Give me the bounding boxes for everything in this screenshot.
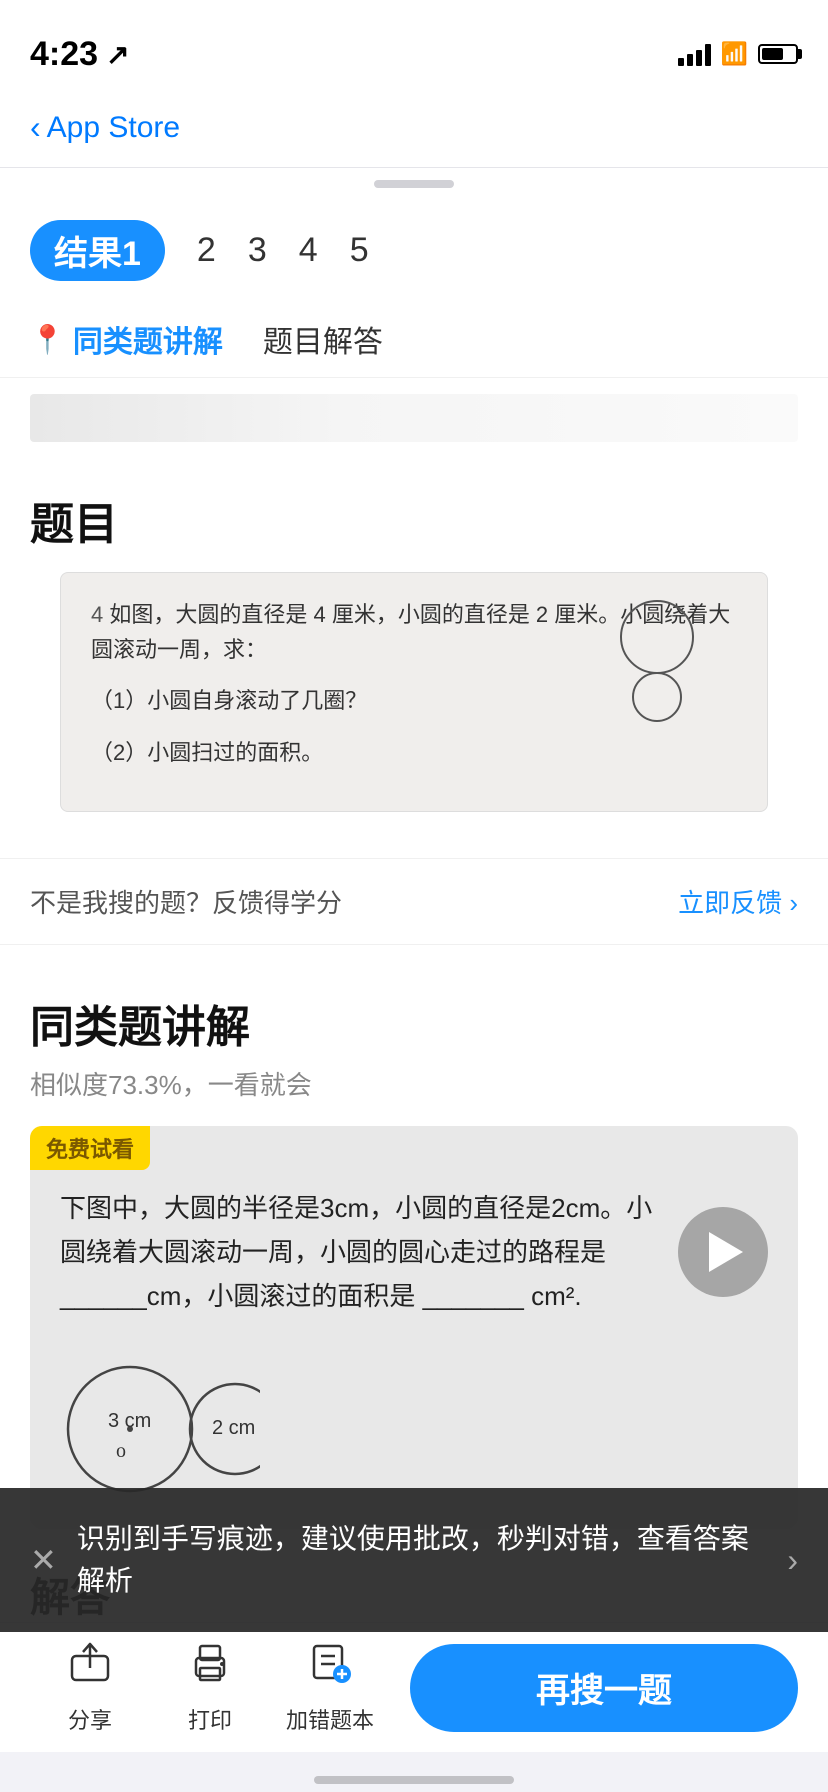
free-badge: 免费试看 bbox=[30, 1126, 150, 1170]
feedback-link[interactable]: 立即反馈 › bbox=[678, 883, 798, 920]
ti-mu-title: 题目 bbox=[30, 488, 798, 552]
add-to-book-icon bbox=[308, 1640, 352, 1695]
feedback-row: 不是我搜的题？反馈得学分 立即反馈 › bbox=[0, 858, 828, 945]
play-button[interactable] bbox=[678, 1207, 768, 1297]
similar-title: 同类题讲解 bbox=[30, 991, 798, 1055]
tab-result-2[interactable]: 2 bbox=[197, 231, 216, 270]
similar-section: 同类题讲解 相似度73.3%，一看就会 免费试看 下图中，大圆的半径是3cm，小… bbox=[0, 961, 828, 1529]
wifi-icon: 📶 bbox=[721, 41, 748, 67]
toast-bar: ✕ 识别到手写痕迹，建议使用批改，秒判对错，查看答案解析 › bbox=[0, 1488, 828, 1632]
location-dot-icon: 📍 bbox=[30, 323, 65, 356]
share-label: 分享 bbox=[68, 1703, 112, 1735]
problem-circle-diagram bbox=[607, 597, 707, 727]
back-arrow-icon: ‹ bbox=[30, 109, 41, 146]
video-circles-svg: o 3 cm 2 cm bbox=[60, 1349, 260, 1499]
tab-result-5[interactable]: 5 bbox=[350, 231, 369, 270]
tab-problem-answer[interactable]: 题目解答 bbox=[263, 317, 383, 361]
status-time: 4:23 ↗ bbox=[30, 35, 130, 74]
banner-image bbox=[30, 394, 798, 442]
problem-image-card: 4 如图，大圆的直径是 4 厘米，小圆的直径是 2 厘米。小圆绕着大圆滚动一周，… bbox=[60, 572, 768, 812]
toast-arrow-icon: › bbox=[787, 1542, 798, 1579]
home-indicator bbox=[314, 1776, 514, 1784]
svg-text:3 cm: 3 cm bbox=[108, 1410, 151, 1432]
svg-text:o: o bbox=[116, 1440, 126, 1462]
nav-bar: ‹ App Store bbox=[0, 88, 828, 168]
search-again-button[interactable]: 再搜一题 bbox=[410, 1644, 798, 1732]
ti-mu-section: 题目 4 如图，大圆的直径是 4 厘米，小圆的直径是 2 厘米。小圆绕着大圆滚动… bbox=[0, 458, 828, 858]
tab-answer-label: 题目解答 bbox=[263, 317, 383, 361]
search-again-label: 再搜一题 bbox=[536, 1663, 672, 1712]
toast-close-button[interactable]: ✕ bbox=[30, 1541, 57, 1579]
print-button[interactable]: 打印 bbox=[150, 1640, 270, 1735]
tab-result-3[interactable]: 3 bbox=[248, 231, 267, 270]
share-button[interactable]: 分享 bbox=[30, 1640, 150, 1735]
location-arrow-icon: ↗ bbox=[106, 38, 129, 71]
svg-text:2 cm: 2 cm bbox=[212, 1417, 255, 1439]
tab-result-4[interactable]: 4 bbox=[299, 231, 318, 270]
tab-similar-explanation[interactable]: 📍 同类题讲解 bbox=[30, 317, 223, 361]
share-icon bbox=[68, 1640, 112, 1695]
status-icons: 📶 bbox=[678, 41, 798, 67]
add-error-book-button[interactable]: 加错题本 bbox=[270, 1640, 390, 1735]
print-icon bbox=[188, 1640, 232, 1695]
feedback-text: 不是我搜的题？反馈得学分 bbox=[30, 883, 342, 920]
problem-text3: （2）小圆扫过的面积。 bbox=[91, 735, 737, 770]
print-label: 打印 bbox=[188, 1703, 232, 1735]
time-text: 4:23 bbox=[30, 35, 98, 74]
bottom-toolbar: 分享 打印 加错题本 再搜一题 bbox=[0, 1622, 828, 1752]
add-label: 加错题本 bbox=[286, 1703, 374, 1735]
drag-indicator bbox=[0, 168, 828, 200]
main-content: 结果1 2 3 4 5 📍 同类题讲解 题目解答 题目 4 如图，大圆的直径是 … bbox=[0, 168, 828, 1699]
tab-result-1[interactable]: 结果1 bbox=[30, 220, 165, 281]
signal-icon bbox=[678, 42, 711, 66]
nav-back-label: App Store bbox=[47, 111, 180, 145]
video-card[interactable]: 免费试看 下图中，大圆的半径是3cm，小圆的直径是2cm。小圆绕着大圆滚动一周，… bbox=[30, 1126, 798, 1529]
play-triangle-icon bbox=[709, 1232, 743, 1272]
video-description-text: 下图中，大圆的半径是3cm，小圆的直径是2cm。小圆绕着大圆滚动一周，小圆的圆心… bbox=[60, 1186, 658, 1319]
similar-subtitle: 相似度73.3%，一看就会 bbox=[30, 1065, 798, 1102]
back-button[interactable]: ‹ App Store bbox=[30, 109, 180, 146]
toast-text: 识别到手写痕迹，建议使用批改，秒判对错，查看答案解析 bbox=[77, 1518, 772, 1602]
section-tabs: 📍 同类题讲解 题目解答 bbox=[0, 297, 828, 378]
battery-icon bbox=[758, 44, 798, 64]
drag-pill bbox=[374, 180, 454, 188]
result-tabs: 结果1 2 3 4 5 bbox=[0, 200, 828, 297]
tab-similar-label: 同类题讲解 bbox=[73, 317, 223, 361]
status-bar: 4:23 ↗ 📶 bbox=[0, 0, 828, 88]
